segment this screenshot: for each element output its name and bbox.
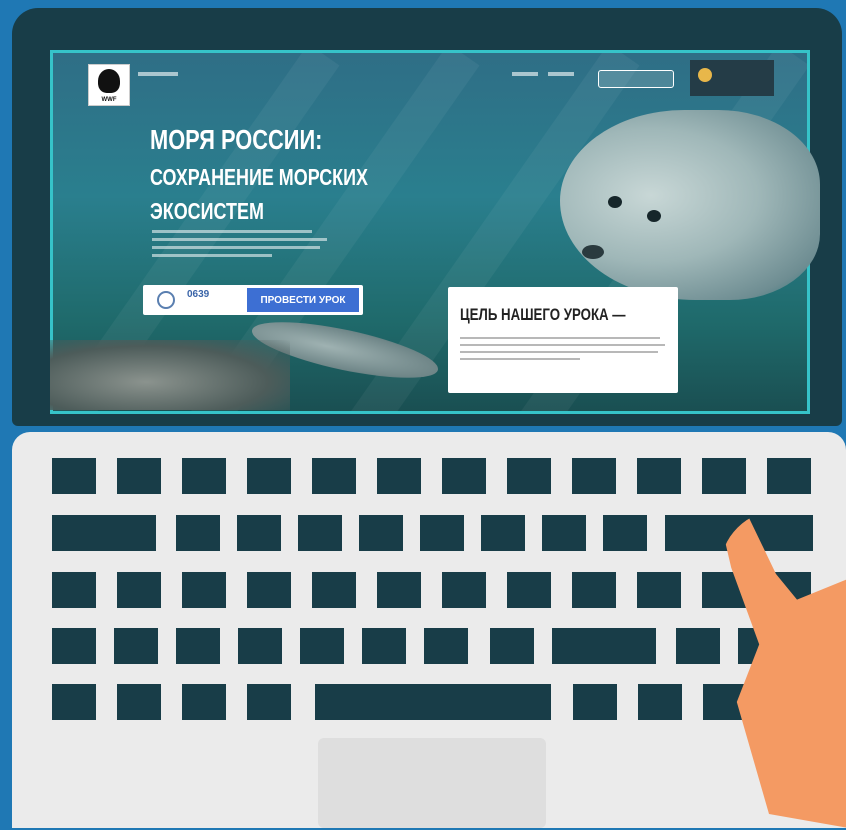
keyboard-key[interactable] [572, 572, 616, 608]
keyboard-key[interactable] [638, 684, 682, 720]
keyboard-key[interactable] [312, 572, 356, 608]
nav-item[interactable] [548, 72, 574, 76]
keyboard-key[interactable] [490, 628, 534, 664]
keyboard-key[interactable] [359, 515, 403, 551]
keyboard-key[interactable] [247, 572, 291, 608]
keyboard-key[interactable] [298, 515, 342, 551]
keyboard-key[interactable] [377, 572, 421, 608]
counter-value: 0639 [187, 289, 210, 300]
goal-text-line [460, 344, 665, 346]
keyboard-key[interactable] [603, 515, 647, 551]
page-title: МОРЯ РОССИИ: [150, 124, 323, 155]
keyboard-key[interactable] [424, 628, 468, 664]
keyboard-key[interactable] [442, 458, 486, 494]
keyboard-key[interactable] [573, 684, 617, 720]
page-subtitle: СОХРАНЕНИЕ МОРСКИХ ЭКОСИСТЕМ [150, 164, 368, 224]
keyboard-key[interactable] [182, 458, 226, 494]
keyboard-key[interactable] [362, 628, 406, 664]
nav-item[interactable] [138, 72, 178, 76]
touchpad[interactable] [318, 738, 546, 828]
keyboard-key[interactable] [117, 572, 161, 608]
intro-text-line [152, 246, 320, 249]
seal-nose [582, 245, 604, 259]
keyboard-key[interactable] [117, 684, 161, 720]
keyboard-key[interactable] [247, 458, 291, 494]
keyboard-key[interactable] [507, 458, 551, 494]
goal-text-line [460, 337, 660, 339]
seal-eye [647, 210, 661, 222]
keyboard-key[interactable] [247, 684, 291, 720]
keyboard-key[interactable] [552, 628, 656, 664]
keyboard-key[interactable] [377, 458, 421, 494]
lesson-panel: 0639 ПРОВЕСТИ УРОК [143, 285, 363, 315]
keyboard-key[interactable] [420, 515, 464, 551]
keyboard-key[interactable] [176, 628, 220, 664]
keyboard-key[interactable] [676, 628, 720, 664]
keyboard-key[interactable] [238, 628, 282, 664]
header-button[interactable] [598, 70, 674, 88]
keyboard-key[interactable] [182, 572, 226, 608]
keyboard-key[interactable] [117, 458, 161, 494]
wwf-logo[interactable]: WWF [88, 64, 130, 106]
keyboard-key[interactable] [300, 628, 344, 664]
intro-text-line [152, 254, 272, 257]
globe-icon [157, 291, 175, 309]
keyboard-key[interactable] [637, 572, 681, 608]
keyboard-key[interactable] [507, 572, 551, 608]
goal-text-line [460, 358, 580, 360]
partner-logo [690, 60, 774, 96]
panda-icon [98, 69, 120, 93]
goal-heading: ЦЕЛЬ НАШЕГО УРОКА — [460, 305, 626, 324]
keyboard-key[interactable] [237, 515, 281, 551]
goal-text-line [460, 351, 658, 353]
keyboard-key[interactable] [52, 515, 156, 551]
keyboard-key[interactable] [52, 684, 96, 720]
keyboard-key[interactable] [572, 458, 616, 494]
keyboard-key[interactable] [315, 684, 551, 720]
keyboard-key[interactable] [52, 458, 96, 494]
keyboard-key[interactable] [767, 458, 811, 494]
keyboard-key[interactable] [176, 515, 220, 551]
nav-item[interactable] [512, 72, 538, 76]
keyboard-key[interactable] [52, 572, 96, 608]
keyboard-key[interactable] [52, 628, 96, 664]
seabed-rocks [50, 340, 290, 410]
intro-text-line [152, 238, 327, 241]
keyboard-key[interactable] [702, 458, 746, 494]
start-lesson-button[interactable]: ПРОВЕСТИ УРОК [247, 288, 359, 312]
goal-card: ЦЕЛЬ НАШЕГО УРОКА — [448, 287, 678, 393]
keyboard-key[interactable] [182, 684, 226, 720]
seal-eye [608, 196, 622, 208]
keyboard-key[interactable] [637, 458, 681, 494]
intro-text-line [152, 230, 312, 233]
keyboard-key[interactable] [312, 458, 356, 494]
keyboard-key[interactable] [481, 515, 525, 551]
keyboard-key[interactable] [114, 628, 158, 664]
keyboard-key[interactable] [542, 515, 586, 551]
keyboard-key[interactable] [442, 572, 486, 608]
